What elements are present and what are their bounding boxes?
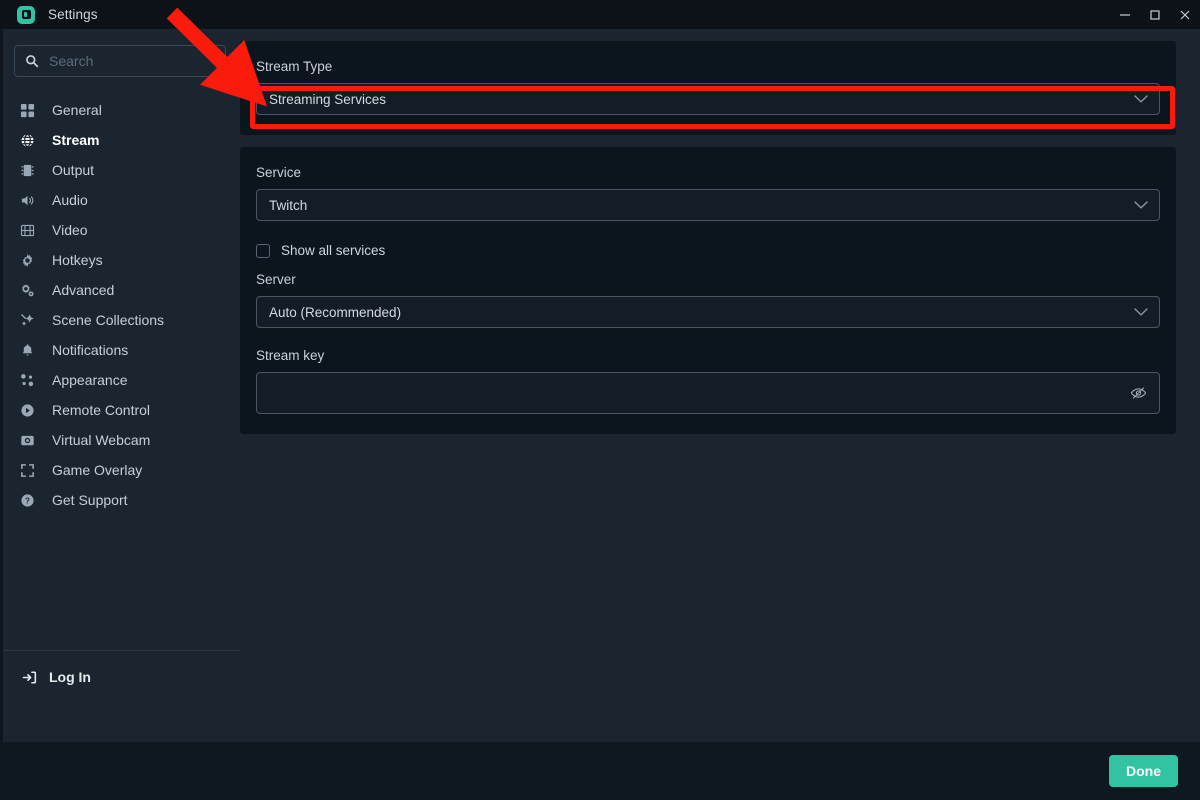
sidebar-item-label: Audio — [52, 192, 88, 208]
streamlabs-logo-icon — [17, 5, 35, 24]
close-button[interactable] — [1170, 0, 1200, 29]
sparkle-icon — [20, 312, 40, 328]
window-body: Search General Stream Output Audio Video… — [0, 29, 1200, 742]
minimize-button[interactable] — [1110, 0, 1140, 29]
bell-icon — [20, 342, 40, 358]
stream-type-card: Stream Type Streaming Services — [240, 41, 1176, 135]
sidebar-item-advanced[interactable]: Advanced — [0, 275, 240, 305]
title-bar: Settings — [0, 0, 1200, 29]
sidebar-item-label: Hotkeys — [52, 252, 103, 268]
sidebar-item-output[interactable]: Output — [0, 155, 240, 185]
chevron-down-icon — [1134, 308, 1148, 317]
stream-key-label: Stream key — [256, 348, 325, 363]
service-select[interactable]: Twitch — [256, 189, 1160, 221]
sidebar-item-game-overlay[interactable]: Game Overlay — [0, 455, 240, 485]
chevron-down-icon — [1134, 201, 1148, 210]
show-all-services-label: Show all services — [281, 243, 386, 258]
sidebar-item-stream[interactable]: Stream — [0, 125, 240, 155]
globe-icon — [20, 132, 40, 148]
sidebar-item-label: Output — [52, 162, 95, 178]
sidebar-item-label: Remote Control — [52, 402, 151, 418]
gear-icon — [20, 252, 40, 268]
gears-icon — [20, 282, 40, 298]
sidebar-item-get-support[interactable]: ? Get Support — [0, 485, 240, 515]
sidebar-item-label: Virtual Webcam — [52, 432, 151, 448]
search-icon — [25, 54, 39, 68]
dialog-footer: Done — [0, 742, 1200, 800]
search-container: Search — [0, 45, 240, 77]
chip-icon — [20, 162, 40, 178]
stream-key-input[interactable] — [256, 372, 1160, 414]
sidebar-item-label: Scene Collections — [52, 312, 165, 328]
question-circle-icon: ? — [20, 492, 40, 508]
sidebar-item-remote-control[interactable]: Remote Control — [0, 395, 240, 425]
expand-icon — [20, 462, 40, 478]
sidebar-item-general[interactable]: General — [0, 95, 240, 125]
window-title: Settings — [48, 7, 98, 22]
service-value: Twitch — [269, 197, 308, 213]
sidebar-item-label: General — [52, 102, 102, 118]
window-left-edge — [0, 29, 3, 742]
login-button[interactable]: Log In — [0, 669, 240, 685]
server-value: Auto (Recommended) — [269, 304, 402, 320]
settings-nav: General Stream Output Audio Video Hotkey… — [0, 95, 240, 515]
show-all-services-checkbox[interactable] — [256, 243, 270, 258]
sidebar-item-video[interactable]: Video — [0, 215, 240, 245]
search-input[interactable]: Search — [14, 45, 226, 77]
stream-type-value: Streaming Services — [269, 91, 387, 107]
chevron-down-icon — [1134, 95, 1148, 104]
sidebar-item-label: Video — [52, 222, 88, 238]
stream-type-select[interactable]: Streaming Services — [256, 83, 1160, 115]
sidebar-item-label: Game Overlay — [52, 462, 143, 478]
dots-icon — [20, 372, 40, 388]
server-label: Server — [256, 272, 296, 287]
film-icon — [20, 222, 40, 238]
sidebar-item-appearance[interactable]: Appearance — [0, 365, 240, 395]
sidebar-item-notifications[interactable]: Notifications — [0, 335, 240, 365]
svg-text:?: ? — [25, 496, 30, 505]
login-label: Log In — [49, 669, 91, 685]
settings-content: Stream Type Streaming Services Service T… — [240, 29, 1200, 742]
stream-settings-card: Service Twitch Show all services Server … — [240, 147, 1176, 434]
stream-type-label: Stream Type — [256, 59, 333, 74]
settings-sidebar: Search General Stream Output Audio Video… — [0, 29, 240, 742]
settings-window: Settings Search General Stream Output Au… — [0, 0, 1200, 800]
eye-slash-icon[interactable] — [1130, 386, 1147, 401]
sidebar-item-virtual-webcam[interactable]: Virtual Webcam — [0, 425, 240, 455]
grid-icon — [20, 102, 40, 118]
show-all-services-row[interactable]: Show all services — [256, 243, 1160, 258]
sidebar-item-scene-collections[interactable]: Scene Collections — [0, 305, 240, 335]
sidebar-item-audio[interactable]: Audio — [0, 185, 240, 215]
server-select[interactable]: Auto (Recommended) — [256, 296, 1160, 328]
login-icon — [22, 670, 37, 685]
camera-icon — [20, 432, 40, 448]
window-controls — [1110, 0, 1200, 29]
done-button[interactable]: Done — [1109, 755, 1178, 787]
sidebar-item-hotkeys[interactable]: Hotkeys — [0, 245, 240, 275]
sidebar-item-label: Notifications — [52, 342, 129, 358]
service-label: Service — [256, 165, 302, 180]
search-placeholder: Search — [49, 53, 94, 69]
sidebar-item-label: Get Support — [52, 492, 128, 508]
maximize-button[interactable] — [1140, 0, 1170, 29]
speaker-icon — [20, 192, 40, 208]
sidebar-item-label: Stream — [52, 132, 100, 148]
sidebar-footer: Log In — [0, 650, 240, 742]
sidebar-item-label: Appearance — [52, 372, 128, 388]
play-circle-icon — [20, 402, 40, 418]
sidebar-item-label: Advanced — [52, 282, 115, 298]
